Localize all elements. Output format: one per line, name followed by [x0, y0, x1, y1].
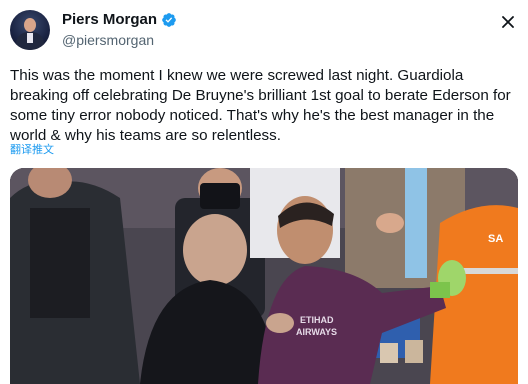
- shirt-sponsor-text: ETIHAD: [300, 315, 334, 325]
- translate-tweet-link[interactable]: 翻译推文: [10, 143, 54, 157]
- photo-scene: SA ETIHAD AIRWAYS: [10, 168, 518, 384]
- tweet-card: Piers Morgan @piersmorgan This was the m…: [0, 0, 528, 384]
- close-icon: [502, 16, 514, 28]
- avatar-shirt: [27, 33, 33, 43]
- tweet-text: This was the moment I knew we were screw…: [10, 67, 511, 144]
- author-display-name[interactable]: Piers Morgan: [62, 11, 157, 29]
- avatar[interactable]: [10, 10, 50, 50]
- tweet-media-photo[interactable]: SA ETIHAD AIRWAYS: [10, 168, 518, 384]
- author-name-row: Piers Morgan: [62, 11, 177, 29]
- shirt-sponsor-text-2: AIRWAYS: [296, 327, 337, 337]
- verified-badge-icon: [161, 12, 177, 28]
- close-button[interactable]: [496, 10, 520, 34]
- avatar-face: [24, 18, 36, 32]
- author-handle[interactable]: @piersmorgan: [62, 31, 154, 49]
- steward-jacket-text: SA: [488, 233, 503, 245]
